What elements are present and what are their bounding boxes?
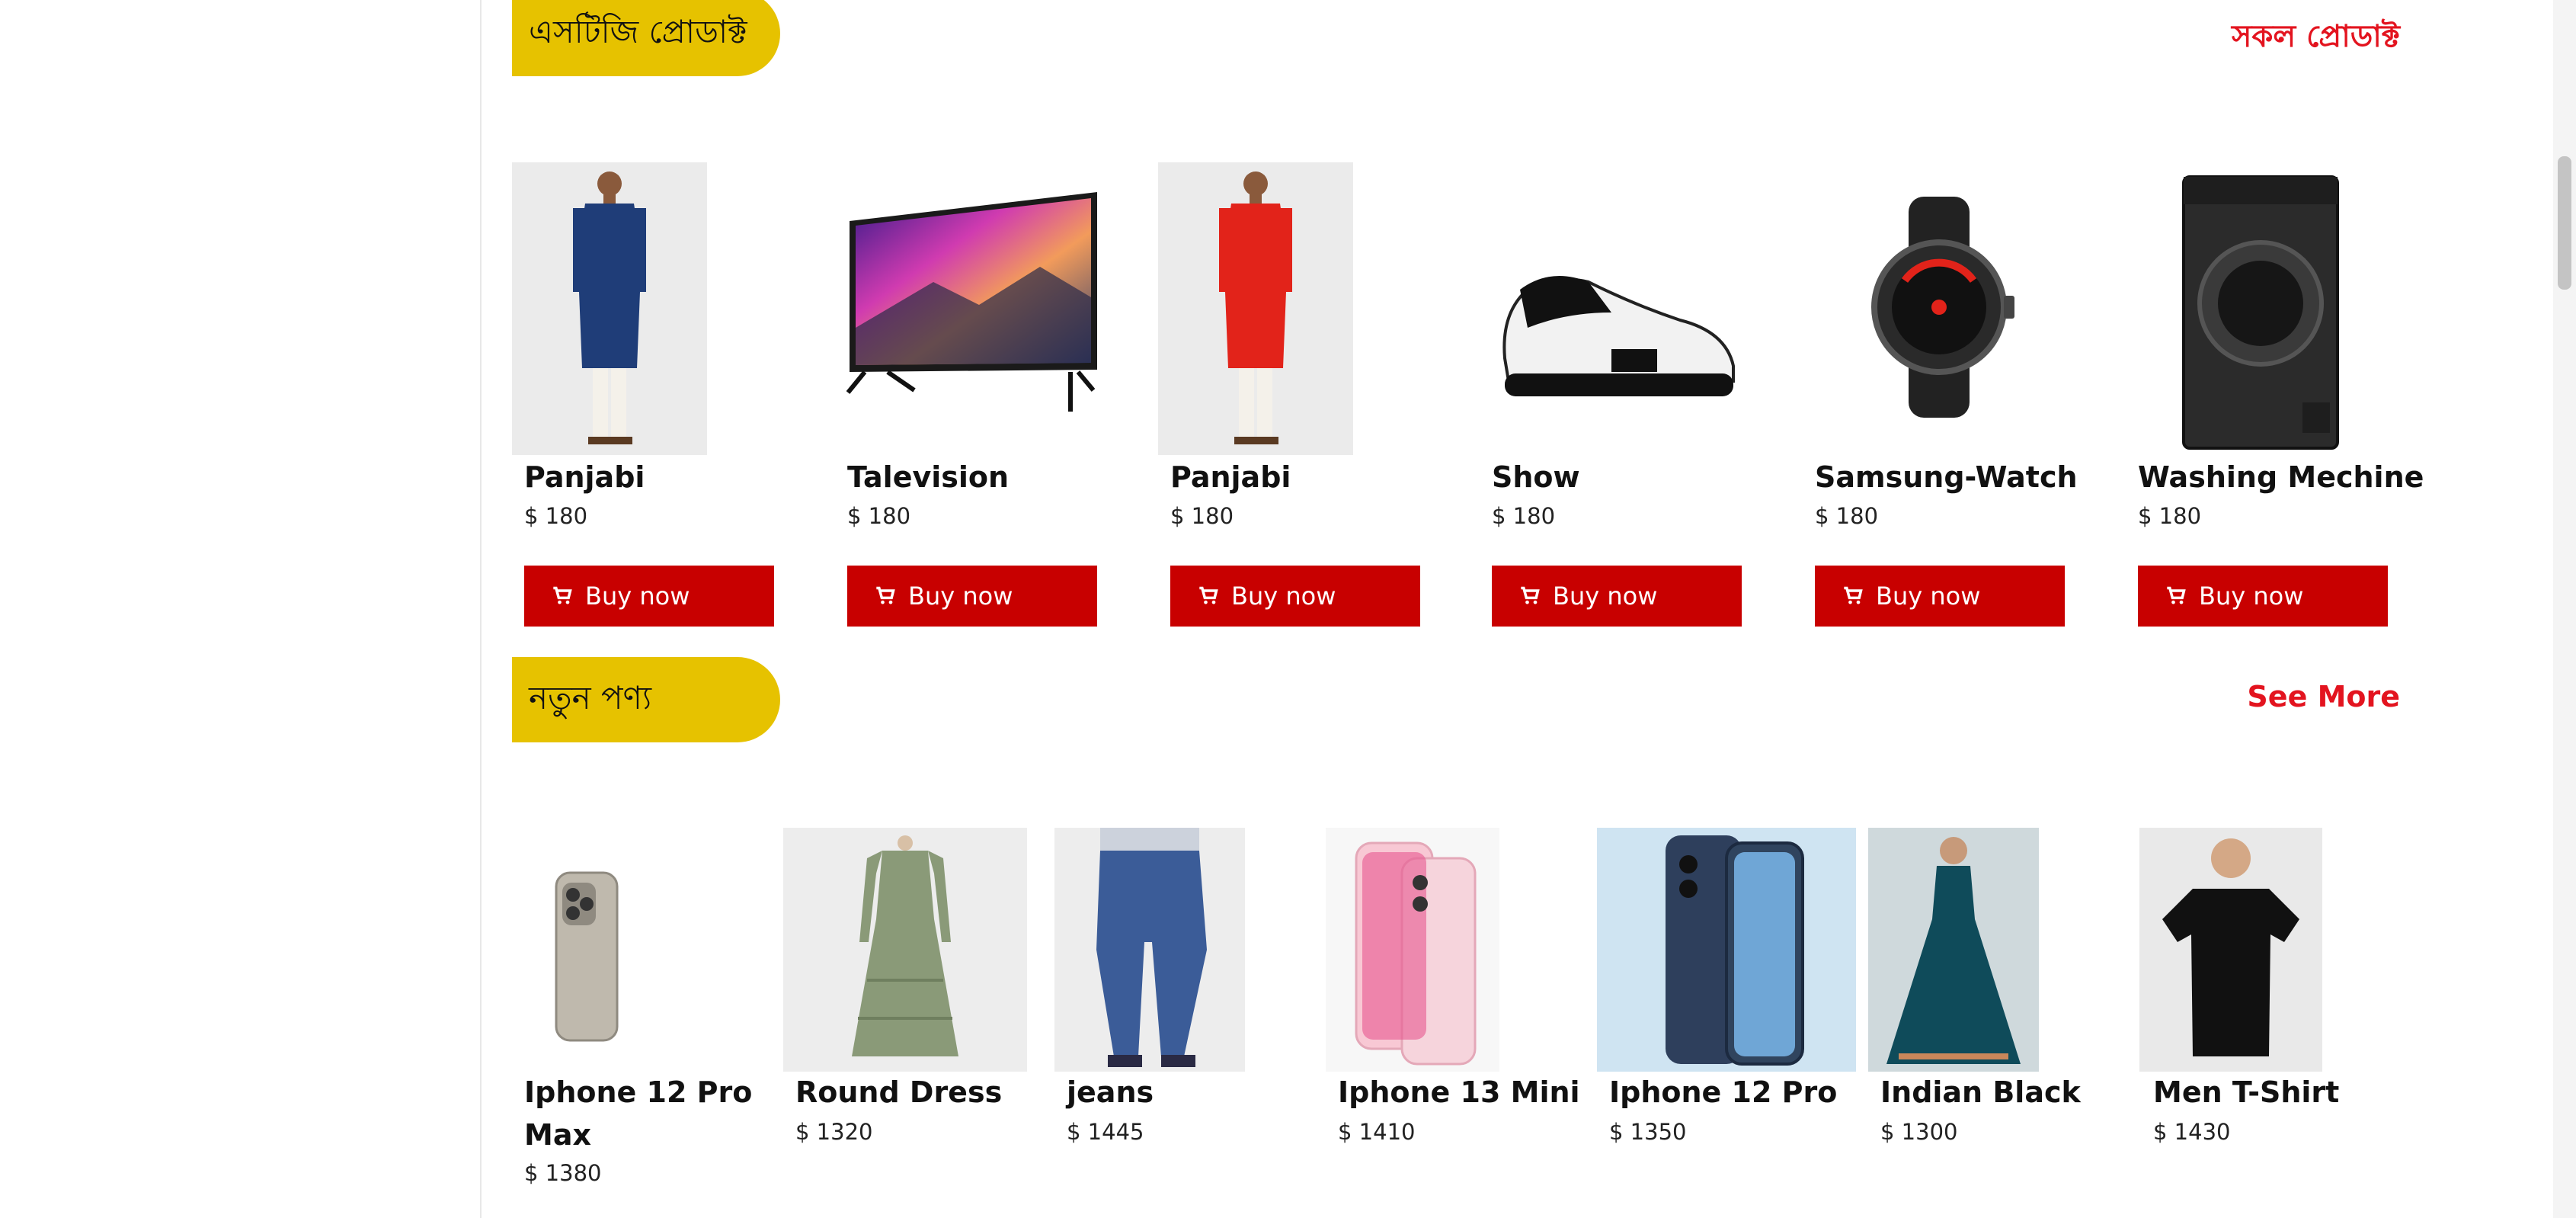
- product-price: $ 1430: [2153, 1119, 2231, 1145]
- cart-icon: [1521, 586, 1540, 604]
- product-price: $ 1445: [1067, 1119, 1144, 1145]
- section-title-stg: এসটিজি প্রোডাক্ট: [512, 0, 780, 76]
- buy-now-label: Buy now: [1876, 582, 1981, 611]
- buy-now-button[interactable]: Buy now: [524, 566, 774, 627]
- product-price: $ 180: [2138, 503, 2202, 529]
- product-name[interactable]: Round Dress: [795, 1071, 1002, 1114]
- all-products-link[interactable]: সকল প্রোডাক্ট: [2210, 12, 2400, 63]
- product-name[interactable]: jeans: [1067, 1071, 1154, 1114]
- product-name[interactable]: Iphone 12 Pro Max: [524, 1071, 768, 1156]
- product-name[interactable]: Men T-Shirt: [2153, 1071, 2339, 1114]
- buy-now-button[interactable]: Buy now: [847, 566, 1097, 627]
- sneaker-image[interactable]: [1497, 259, 1737, 404]
- product-price: $ 1300: [1880, 1119, 1958, 1145]
- gown-image[interactable]: [1868, 828, 2039, 1072]
- left-sidebar: [0, 0, 482, 1218]
- smartwatch-image[interactable]: [1859, 197, 2019, 418]
- product-price: $ 180: [1815, 503, 1879, 529]
- panjabi-red-image[interactable]: [1158, 162, 1353, 455]
- product-name[interactable]: Samsung-Watch: [1815, 456, 2078, 498]
- product-price: $ 1350: [1609, 1119, 1687, 1145]
- cart-icon: [1844, 586, 1863, 604]
- dress-image[interactable]: [783, 828, 1027, 1072]
- buy-now-label: Buy now: [585, 582, 690, 611]
- buy-now-button[interactable]: Buy now: [2138, 566, 2388, 627]
- iphone-titanium-image[interactable]: [549, 869, 625, 1044]
- buy-now-button[interactable]: Buy now: [1492, 566, 1742, 627]
- cart-icon: [2167, 586, 2186, 604]
- panjabi-blue-image[interactable]: [512, 162, 707, 455]
- product-name[interactable]: Talevision: [847, 456, 1009, 498]
- product-name[interactable]: Panjabi: [1170, 456, 1291, 498]
- product-price: $ 180: [524, 503, 588, 529]
- product-name[interactable]: Iphone 12 Pro: [1609, 1071, 1837, 1114]
- product-price: $ 1380: [524, 1160, 602, 1186]
- see-more-link[interactable]: See More: [2210, 680, 2400, 713]
- product-name[interactable]: Washing Mechine: [2138, 456, 2424, 498]
- jeans-image[interactable]: [1054, 828, 1245, 1072]
- product-name[interactable]: Indian Black: [1880, 1071, 2081, 1114]
- product-name[interactable]: Show: [1492, 456, 1580, 498]
- cart-icon: [1199, 586, 1218, 604]
- washing-machine-image[interactable]: [2181, 174, 2341, 451]
- scroll-thumb[interactable]: [2558, 156, 2571, 290]
- buy-now-button[interactable]: Buy now: [1815, 566, 2065, 627]
- product-price: $ 1410: [1338, 1119, 1416, 1145]
- product-name[interactable]: Panjabi: [524, 456, 645, 498]
- product-price: $ 180: [847, 503, 911, 529]
- product-price: $ 1320: [795, 1119, 873, 1145]
- cart-icon: [553, 586, 572, 604]
- tshirt-image[interactable]: [2139, 828, 2322, 1072]
- iphone-blue-image[interactable]: [1597, 828, 1856, 1072]
- product-name[interactable]: Iphone 13 Mini: [1338, 1071, 1580, 1114]
- buy-now-label: Buy now: [908, 582, 1013, 611]
- section-title-new: নতুন পণ্য: [512, 657, 780, 742]
- buy-now-label: Buy now: [1231, 582, 1336, 611]
- product-price: $ 180: [1492, 503, 1556, 529]
- product-price: $ 180: [1170, 503, 1234, 529]
- buy-now-label: Buy now: [1553, 582, 1658, 611]
- buy-now-button[interactable]: Buy now: [1170, 566, 1420, 627]
- television-image[interactable]: [842, 191, 1101, 419]
- cart-icon: [876, 586, 895, 604]
- scrollbar[interactable]: [2553, 0, 2576, 1218]
- iphone-pink-image[interactable]: [1326, 828, 1499, 1072]
- buy-now-label: Buy now: [2199, 582, 2304, 611]
